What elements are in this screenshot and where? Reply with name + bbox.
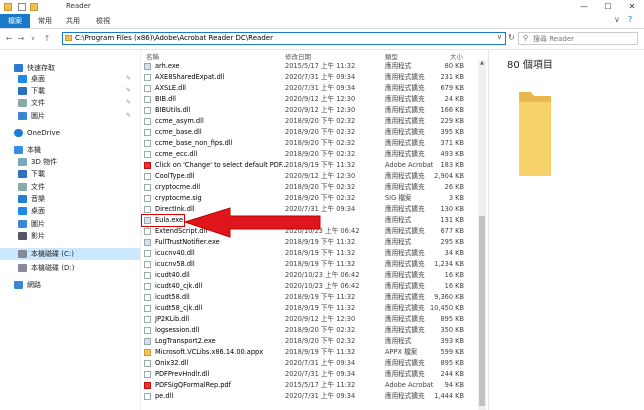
music-icon <box>18 195 27 203</box>
address-field[interactable]: C:\Program Files (x86)\Adobe\Acrobat Rea… <box>62 32 506 45</box>
item-count: 80 個項目 <box>507 60 553 71</box>
sidebar-item-label: 本機 <box>27 146 41 154</box>
sidebar-item-label: 圖片 <box>31 220 45 228</box>
back-button[interactable]: ← <box>4 33 14 45</box>
sidebar-item[interactable]: 下載 <box>18 85 45 97</box>
sidebar-item[interactable]: 本機磁碟 (D:) <box>18 262 74 274</box>
close-button[interactable]: ✕ <box>620 0 644 14</box>
picture-icon <box>18 112 27 120</box>
sidebar-item[interactable]: 本機磁碟 (C:) <box>0 248 140 260</box>
scrollbar-thumb[interactable] <box>479 216 485 406</box>
pin-icon: ✎ <box>126 112 132 119</box>
window-title: Reader <box>66 2 91 10</box>
tab-file[interactable]: 檔案 <box>0 14 30 28</box>
sidebar-item[interactable]: 圖片 <box>18 110 45 122</box>
tab-share[interactable]: 共用 <box>62 14 84 28</box>
sidebar-item[interactable]: 音樂 <box>18 193 45 205</box>
sidebar-item-label: 本機磁碟 (C:) <box>31 250 74 258</box>
sidebar-item[interactable]: 影片 <box>18 230 45 242</box>
computer-icon <box>14 146 23 154</box>
sidebar-item[interactable]: 圖片 <box>18 218 45 230</box>
star-icon <box>14 64 23 72</box>
pin-icon: ✎ <box>126 75 132 82</box>
cloud-icon <box>14 129 23 137</box>
annotation-arrow <box>183 207 321 238</box>
sidebar-item-label: 桌面 <box>31 75 45 83</box>
sidebar-item-label: OneDrive <box>27 129 60 137</box>
address-path[interactable]: C:\Program Files (x86)\Adobe\Acrobat Rea… <box>75 34 273 42</box>
sidebar-item-label: 網路 <box>27 281 41 289</box>
sidebar-item-label: 影片 <box>31 232 45 240</box>
pin-icon: ✎ <box>126 87 132 94</box>
download-icon <box>18 170 27 178</box>
drive-icon <box>18 264 27 272</box>
sidebar-item[interactable]: 3D 物件 <box>18 156 57 168</box>
sidebar-item-label: 文件 <box>31 183 45 191</box>
chevron-down-icon[interactable]: ∨ <box>497 33 502 41</box>
search-icon: ⚲ <box>523 34 529 42</box>
folder-icon <box>4 3 12 11</box>
sidebar-item[interactable]: 本機 <box>14 144 41 156</box>
title-bar: Reader — ☐ ✕ <box>0 0 644 15</box>
sidebar-item-label: 下載 <box>31 170 45 178</box>
network-icon <box>14 281 23 289</box>
sidebar-item[interactable]: 桌面 <box>18 73 45 85</box>
forward-button[interactable]: → <box>16 33 26 45</box>
address-bar-row: ← → ∨ ↑ C:\Program Files (x86)\Adobe\Acr… <box>0 29 644 50</box>
sidebar-item-label: 下載 <box>31 87 45 95</box>
folder-icon <box>65 35 72 41</box>
ribbon: 檔案 常用 共用 檢視 ∨ ? <box>0 14 644 29</box>
pin-icon: ✎ <box>126 99 132 106</box>
vertical-scrollbar[interactable]: ▲ <box>478 60 486 410</box>
checkbox-icon[interactable] <box>18 3 26 11</box>
sidebar-item[interactable]: 桌面 <box>18 205 45 217</box>
download-icon <box>18 87 27 95</box>
sidebar-item-label: 圖片 <box>31 112 45 120</box>
refresh-button[interactable]: ↻ <box>508 33 515 42</box>
drive-icon <box>18 250 27 258</box>
sidebar-item-label: 3D 物件 <box>31 158 58 166</box>
search-box[interactable]: ⚲ <box>518 32 638 45</box>
sidebar-item-label: 本機磁碟 (D:) <box>31 264 75 272</box>
sidebar-item-label: 文件 <box>31 99 45 107</box>
new-folder-icon[interactable] <box>30 3 38 11</box>
document-icon <box>18 183 27 191</box>
minimize-button[interactable]: — <box>572 0 596 14</box>
large-folder-icon <box>519 92 551 176</box>
scroll-up-icon[interactable]: ▲ <box>478 60 486 68</box>
sidebar-item-label: 音樂 <box>31 195 45 203</box>
sidebar-item[interactable]: OneDrive <box>14 127 60 139</box>
red-arrow-shape <box>183 207 321 238</box>
picture-icon <box>18 220 27 228</box>
document-icon <box>18 99 27 107</box>
preview-pane: 80 個項目 <box>488 50 644 410</box>
desktop-icon <box>18 75 27 83</box>
up-button[interactable]: ↑ <box>42 33 52 45</box>
search-input[interactable] <box>533 33 633 44</box>
desktop-icon <box>18 207 27 215</box>
tab-view[interactable]: 檢視 <box>92 14 114 28</box>
sidebar-item-label: 桌面 <box>31 207 45 215</box>
tab-home[interactable]: 常用 <box>34 14 56 28</box>
cube-icon <box>18 158 27 166</box>
sidebar-item[interactable]: 網路 <box>14 279 41 291</box>
navigation-pane: 快速存取 桌面 ✎ 下載 ✎ 文件 ✎ 圖片 ✎ OneDrive 本機 3D 物件 下載 文件 音樂 桌面圖… <box>0 50 141 410</box>
recent-locations-button[interactable]: ∨ <box>28 33 38 45</box>
sidebar-item-label: 快速存取 <box>27 64 55 72</box>
sidebar-item[interactable]: 文件 <box>18 97 45 109</box>
maximize-button[interactable]: ☐ <box>596 0 620 14</box>
ribbon-expand-icon[interactable]: ∨ <box>614 15 620 24</box>
video-icon <box>18 232 27 240</box>
sidebar-item[interactable]: 下載 <box>18 168 45 180</box>
help-icon[interactable]: ? <box>628 15 632 24</box>
sidebar-item[interactable]: 文件 <box>18 181 45 193</box>
